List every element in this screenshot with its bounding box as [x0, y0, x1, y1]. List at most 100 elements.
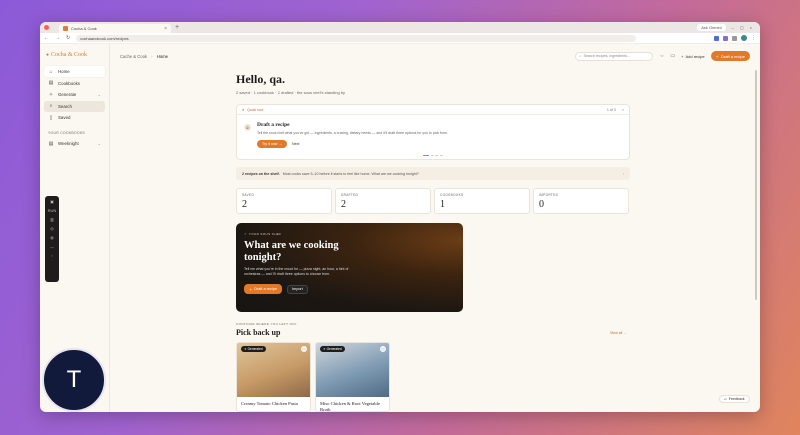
carousel-dot[interactable]: [435, 155, 438, 157]
close-icon[interactable]: ×: [622, 108, 624, 112]
monitor-icon[interactable]: ▭: [670, 53, 675, 59]
stat-value: 0: [539, 199, 544, 210]
sidebar-item-label: Weeknight: [58, 141, 79, 146]
tab-bar: Cocha & Cook × + Ask Gemini – ▢ ×: [40, 22, 760, 33]
generated-badge: ✦ Generated: [320, 346, 345, 352]
hero-title: What are we cooking tonight?: [244, 240, 339, 263]
sparkle-icon: ✧: [48, 91, 54, 98]
scrollbar[interactable]: [755, 70, 757, 300]
sidebar-item-home[interactable]: ⌂ Home: [44, 66, 105, 77]
sparkle-icon: ✧: [249, 287, 253, 292]
tool-button[interactable]: ◎: [50, 226, 54, 232]
stats-row: SAVED 2 DRAFTED 2 COOKBOOKS 1 IMPORTED 0: [236, 188, 630, 214]
generated-badge: ✦ Generated: [241, 346, 266, 352]
forward-icon[interactable]: →: [55, 35, 60, 41]
save-icon[interactable]: ♡: [380, 346, 386, 352]
browser-window: Cocha & Cook × + Ask Gemini – ▢ × ← → ↻ …: [40, 22, 760, 412]
sidebar-item-search[interactable]: ⌕ Search: [44, 100, 105, 112]
sidebar-item-weeknight[interactable]: ▤ Weeknight ⌄: [44, 138, 105, 149]
sidebar-item-label: Search: [58, 103, 72, 109]
stat-card: IMPORTED 0: [533, 188, 629, 214]
save-icon[interactable]: ♡: [301, 346, 307, 352]
book-icon: ▤: [48, 140, 54, 147]
window-close-icon[interactable]: ×: [750, 25, 752, 30]
sidebar-item-label: Saved: [58, 115, 71, 120]
chevron-down-icon[interactable]: ⌄: [98, 92, 101, 97]
maximize-icon[interactable]: ▢: [740, 25, 744, 30]
sparkle-icon: ✧: [715, 53, 719, 59]
back-icon[interactable]: ←: [44, 35, 49, 41]
brand-mark-icon: ●: [46, 52, 50, 58]
brand-logo[interactable]: ● Cocha & Cook: [44, 52, 105, 58]
tool-button[interactable]: ▥: [50, 217, 54, 223]
stat-value: 2: [242, 199, 247, 210]
extension-icon[interactable]: [723, 35, 728, 41]
section-label: YOUR COOKBOOKS: [48, 131, 85, 135]
tool-button[interactable]: RUN: [48, 208, 57, 214]
new-tab-button[interactable]: +: [175, 24, 179, 31]
main-content: Hello, qa. 2 saved · 1 cookbook · 2 draf…: [236, 72, 630, 412]
kebab-menu-icon[interactable]: ⋮: [751, 35, 756, 41]
breadcrumb-separator: ›: [151, 53, 153, 59]
sidebar-item-label: Home: [58, 69, 70, 74]
add-recipe-button[interactable]: + Add recipe: [681, 54, 704, 59]
next-button[interactable]: Next: [292, 142, 299, 146]
tool-button[interactable]: —: [50, 244, 54, 250]
tool-button[interactable]: ◍: [50, 235, 54, 241]
tab-title: Cocha & Cook: [71, 26, 97, 31]
stat-value: 2: [341, 199, 346, 210]
info-icon: ●: [242, 107, 245, 112]
try-it-now-button[interactable]: Try it now →: [257, 140, 288, 148]
page-subtitle: 2 saved · 1 cookbook · 2 drafted · the s…: [236, 90, 346, 95]
search-input[interactable]: ⌕ Search recipes, ingredients...: [575, 51, 654, 61]
section-title: Pick back up: [236, 328, 281, 337]
shelf-banner[interactable]: 2 recipes on the shelf. Most cooks save …: [236, 167, 630, 180]
view-all-link[interactable]: View all →: [610, 331, 627, 335]
recipe-title: Miso Chicken & Root Vegetable Broth: [320, 401, 380, 412]
favicon-icon: [63, 26, 68, 31]
minimize-icon[interactable]: –: [732, 25, 734, 30]
recipe-title: Creamy Tomato Chicken Pasta: [241, 401, 298, 406]
close-dot[interactable]: [44, 25, 49, 30]
sidebar-item-cookbooks[interactable]: ▤ Cookbooks: [44, 78, 105, 89]
section-kicker: CONTINUE WHERE YOU LEFT OFF: [236, 322, 297, 326]
extension-icon[interactable]: [714, 35, 719, 41]
hero-description: Tell me what you're in the mood for — pi…: [244, 267, 349, 276]
tool-button[interactable]: ◌: [51, 253, 53, 259]
carousel-dot[interactable]: [423, 155, 429, 157]
avatar[interactable]: T: [42, 348, 106, 412]
hero-draft-button[interactable]: ✧ Draft a recipe: [244, 284, 282, 294]
recipe-card[interactable]: ✦ Generated ♡ Creamy Tomato Chicken Past…: [236, 342, 311, 412]
stat-card: COOKBOOKS 1: [434, 188, 530, 214]
ask-gemini-button[interactable]: Ask Gemini: [697, 24, 726, 31]
quick-tour-title: Draft a recipe: [257, 122, 290, 128]
draft-recipe-button[interactable]: ✧ Draft a recipe: [710, 51, 750, 61]
carousel-dot[interactable]: [439, 155, 443, 157]
sidebar-item-label: Cookbooks: [58, 80, 80, 86]
feedback-button[interactable]: ▱ Feedback: [719, 395, 750, 403]
recording-toolbar: ▣ RUN ▥ ◎ ◍ — ◌: [45, 196, 59, 282]
profile-avatar[interactable]: [741, 35, 747, 41]
carousel-dots: [423, 155, 443, 157]
address-input[interactable]: cochaandcook.com/recipes: [76, 34, 637, 42]
stat-label: IMPORTED: [539, 193, 559, 197]
link-icon[interactable]: ⇔: [659, 53, 664, 59]
breadcrumb-root[interactable]: Cache & Cook: [120, 54, 147, 59]
sidebar-item-saved[interactable]: ▯ Saved: [44, 112, 105, 123]
chevron-down-icon[interactable]: ⌄: [98, 141, 101, 146]
import-button[interactable]: Import: [286, 284, 308, 294]
sparkle-icon: ✧: [244, 232, 247, 236]
tool-button[interactable]: ▣: [50, 199, 54, 205]
bookmark-icon: ▯: [49, 114, 53, 121]
stat-label: COOKBOOKS: [440, 193, 464, 197]
sidebar-item-generate[interactable]: ✧ Generate ⌄: [44, 89, 105, 100]
reload-icon[interactable]: ↻: [66, 35, 70, 41]
recipe-card[interactable]: ✦ Generated ♡ Miso Chicken & Root Vegeta…: [315, 342, 390, 412]
browser-tab[interactable]: Cocha & Cook ×: [59, 24, 171, 33]
extension-icon[interactable]: [732, 35, 737, 41]
search-icon: ⌕: [49, 103, 53, 109]
sidebar-item-label: Generate: [58, 92, 77, 97]
tab-close-icon[interactable]: ×: [164, 26, 167, 32]
carousel-dot[interactable]: [430, 155, 434, 157]
book-icon: ▤: [48, 80, 54, 86]
